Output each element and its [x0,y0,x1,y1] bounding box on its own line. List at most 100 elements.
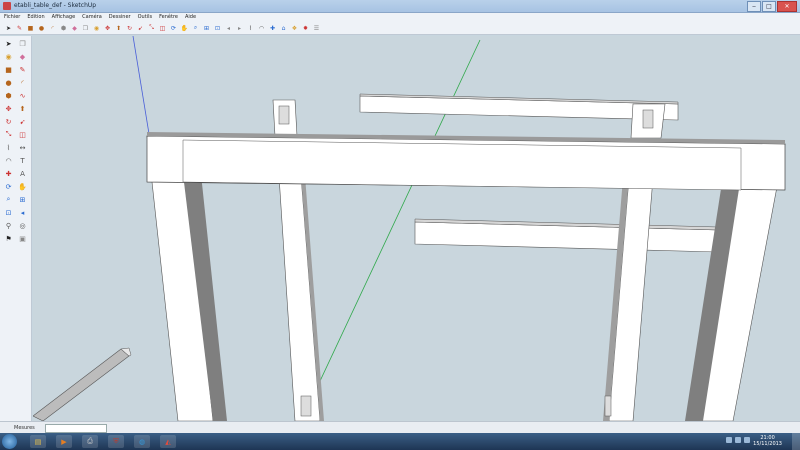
menu-outils[interactable]: Outils [138,13,152,22]
measure-label: Mesures [14,425,35,431]
3d-text-icon[interactable]: A [17,168,28,179]
freehand-icon[interactable]: ∿ [17,90,28,101]
close-button[interactable]: ✕ [777,1,797,12]
next-view-icon[interactable]: ▸ [235,24,244,33]
sketchup-app-icon[interactable] [3,2,11,10]
arc-icon[interactable]: ◜ [48,24,57,33]
arc-icon[interactable]: ◜ [17,77,28,88]
clock[interactable]: 21:00 15/11/2013 [753,435,782,447]
scale-icon[interactable]: ⤡ [147,24,156,33]
scale-icon[interactable]: ⤡ [3,129,14,140]
system-tray [726,437,750,443]
push-pull-icon[interactable]: ⬆ [17,103,28,114]
mortise-left [278,105,290,125]
move-icon[interactable]: ✥ [3,103,14,114]
position-camera-icon[interactable]: ⚲ [3,220,14,231]
media-player-icon[interactable]: ▶ [56,435,72,448]
printer-icon[interactable]: ⎙ [82,435,98,448]
window-title: etabli_table_def - SketchUp [14,2,97,9]
offset-icon[interactable]: ◫ [17,129,28,140]
move-icon[interactable]: ✥ [103,24,112,33]
polygon-icon[interactable]: ⬢ [59,24,68,33]
polygon-icon[interactable]: ⬢ [3,90,14,101]
orbit-icon[interactable]: ⟳ [3,181,14,192]
menu-aide[interactable]: Aide [185,13,196,22]
title-bar: etabli_table_def - SketchUp ‒ □ ✕ [0,0,800,13]
line-pencil-icon[interactable]: ✎ [15,24,24,33]
push-pull-icon[interactable]: ⬆ [114,24,123,33]
paint-bucket-icon[interactable]: ◉ [3,51,14,62]
loose-beam [33,348,130,421]
browser-icon[interactable]: ◍ [134,435,150,448]
menu-edition[interactable]: Edition [27,13,44,22]
clock-date: 15/11/2013 [753,441,782,447]
circle-icon[interactable]: ● [3,77,14,88]
zoom-window-icon[interactable]: ⊞ [17,194,28,205]
paint-bucket-icon[interactable]: ◉ [92,24,101,33]
menu-fenetre[interactable]: Fenêtre [159,13,178,22]
menu-bar: Fichier Edition Affichage Caméra Dessine… [0,13,800,22]
previous-view-icon[interactable]: ◂ [224,24,233,33]
measure-input[interactable] [45,424,107,433]
rotate-icon[interactable]: ↻ [3,116,14,127]
tape-measure-icon[interactable]: ⌇ [3,142,14,153]
eraser-icon[interactable]: ◆ [70,24,79,33]
explorer-icon[interactable]: ▤ [30,435,46,448]
orbit-icon[interactable]: ⟳ [169,24,178,33]
offset-icon[interactable]: ◫ [158,24,167,33]
protractor-icon[interactable]: ◠ [257,24,266,33]
protractor-icon[interactable]: ◠ [3,155,14,166]
zoom-extents-icon[interactable]: ⊡ [213,24,222,33]
follow-me-icon[interactable]: ➹ [17,116,28,127]
layers-icon[interactable]: ☰ [312,24,321,33]
text-icon[interactable]: T [17,155,28,166]
show-desktop-button[interactable] [792,433,800,450]
rectangle-icon[interactable]: ■ [3,64,14,75]
main-toolbar: ➤ ✎ ■ ● ◜ ⬢ ◆ ❒ ◉ ✥ ⬆ ↻ ➹ ⤡ ◫ ⟳ ✋ ⌕ ⊞ ⊡ ◂ ▸ ⌇ ◠ ✚ ⌂ ❖ ✸ ☰ [0,22,800,35]
axes-icon[interactable]: ✚ [3,168,14,179]
sketchup-icon[interactable]: ◭ [160,435,176,448]
antivirus-icon[interactable]: ⛨ [108,435,124,448]
previous-view-icon[interactable]: ◂ [17,207,28,218]
extension-icon[interactable]: ✸ [301,24,310,33]
model-drawing [33,36,786,421]
maximize-button[interactable]: □ [762,1,776,12]
3d-viewport[interactable] [33,36,800,421]
follow-me-icon[interactable]: ➹ [136,24,145,33]
mortise-bottom-right [604,395,612,417]
zoom-icon[interactable]: ⌕ [3,194,14,205]
mortise-bottom-left [300,395,312,417]
make-component-icon[interactable]: ❒ [17,38,28,49]
pan-icon[interactable]: ✋ [180,24,189,33]
make-component-icon[interactable]: ❒ [81,24,90,33]
dimension-icon[interactable]: ↔ [17,142,28,153]
minimize-button[interactable]: ‒ [747,1,761,12]
warehouse-icon[interactable]: ⌂ [279,24,288,33]
zoom-icon[interactable]: ⌕ [191,24,200,33]
walk-icon[interactable]: ⚑ [3,233,14,244]
flag-icon[interactable] [744,437,750,443]
rotate-icon[interactable]: ↻ [125,24,134,33]
tape-measure-icon[interactable]: ⌇ [246,24,255,33]
axes-icon[interactable]: ✚ [268,24,277,33]
volume-icon[interactable] [735,437,741,443]
menu-camera[interactable]: Caméra [82,13,102,22]
start-button[interactable] [2,434,17,449]
menu-fichier[interactable]: Fichier [4,13,20,22]
select-arrow-icon[interactable]: ➤ [3,38,14,49]
zoom-extents-icon[interactable]: ⊡ [3,207,14,218]
select-arrow-icon[interactable]: ➤ [4,24,13,33]
rectangle-icon[interactable]: ■ [26,24,35,33]
pan-icon[interactable]: ✋ [17,181,28,192]
components-icon[interactable]: ❖ [290,24,299,33]
look-around-icon[interactable]: ◎ [17,220,28,231]
top-beam-front [182,139,742,191]
network-icon[interactable] [726,437,732,443]
menu-dessiner[interactable]: Dessiner [109,13,131,22]
line-pencil-icon[interactable]: ✎ [17,64,28,75]
zoom-window-icon[interactable]: ⊞ [202,24,211,33]
eraser-icon[interactable]: ◆ [17,51,28,62]
circle-icon[interactable]: ● [37,24,46,33]
menu-affichage[interactable]: Affichage [52,13,76,22]
section-plane-icon[interactable]: ▣ [17,233,28,244]
